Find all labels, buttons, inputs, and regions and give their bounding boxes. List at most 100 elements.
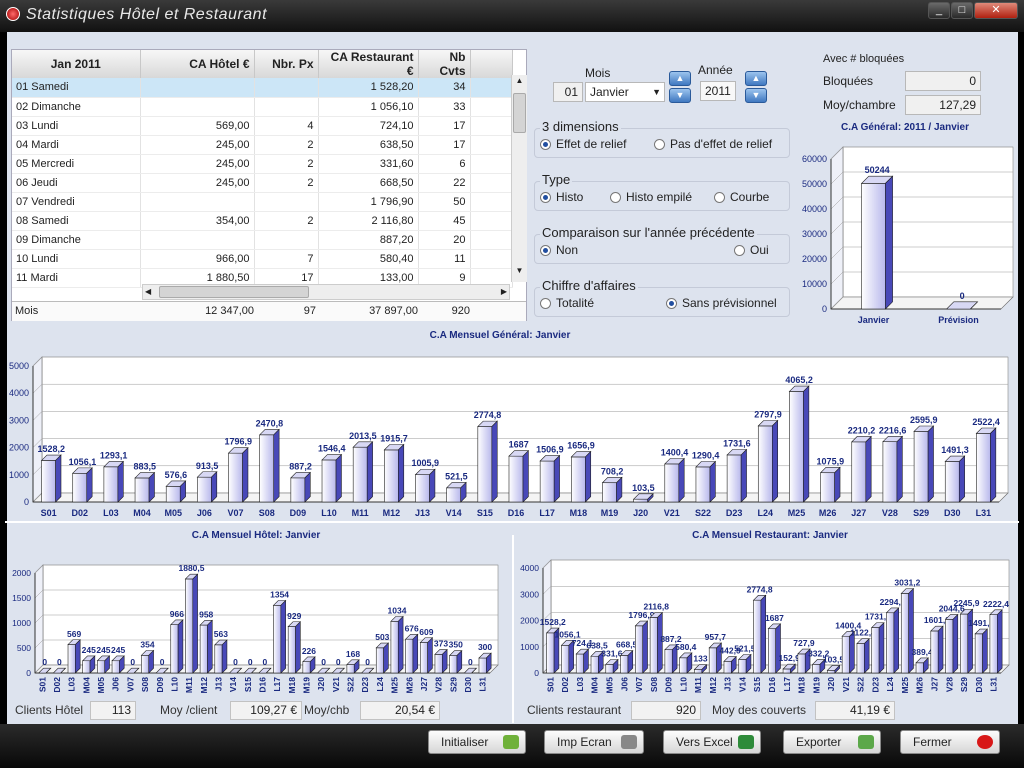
radio-comparaison-non[interactable]: Non — [540, 243, 578, 257]
radio-empty-icon — [610, 192, 621, 203]
table-cell — [254, 78, 319, 98]
col-header-ca-hotel[interactable]: CA Hôtel € — [140, 50, 255, 78]
table-row[interactable]: 09 Dimanche 887,20 20 — [12, 230, 513, 250]
bar-side — [366, 441, 373, 503]
bar-side — [397, 615, 404, 674]
radio-sans-previsionnel[interactable]: Sans prévisionnel — [666, 296, 777, 310]
y-tick-label: 50000 — [802, 179, 827, 189]
minimize-button[interactable]: _ — [928, 2, 950, 19]
radio-histo[interactable]: Histo — [540, 190, 583, 204]
annee-down-arrow-icon[interactable]: ▼ — [745, 88, 767, 103]
radio-histo-empile[interactable]: Histo empilé — [610, 190, 692, 204]
mois-number-field: 01 — [553, 82, 583, 102]
vers-excel-button[interactable]: Vers Excel — [663, 730, 761, 754]
radio-histo-empile-label: Histo empilé — [626, 190, 693, 204]
x-tick-label: L31 — [976, 508, 992, 518]
initialiser-button[interactable]: Initialiser — [428, 730, 526, 754]
x-tick-label: D02 — [560, 677, 570, 693]
col-header-nb-cvts[interactable]: Nb Cvts — [418, 50, 471, 78]
daily-stats-grid[interactable]: Jan 2011 CA Hôtel € Nbr. Px CA Restauran… — [11, 49, 527, 321]
table-row[interactable]: 04 Mardi 245,00 2 638,50 17 — [12, 135, 513, 155]
bar — [321, 459, 337, 503]
data-label: 0 — [321, 657, 326, 667]
maximize-button[interactable]: □ — [951, 2, 973, 19]
y-tick-label: 1000 — [520, 642, 539, 652]
radio-empty-icon — [540, 298, 551, 309]
x-tick-label: L24 — [758, 508, 774, 518]
data-label: 2116,8 — [643, 602, 669, 612]
bar — [170, 624, 179, 674]
bar — [134, 477, 150, 503]
radio-pas-effet-relief[interactable]: Pas d'effet de relief — [654, 137, 772, 151]
data-label: 2470,8 — [256, 418, 284, 428]
radio-effet-relief[interactable]: Effet de relief — [540, 137, 627, 151]
x-tick-label: J13 — [415, 508, 430, 518]
bar — [72, 472, 88, 503]
table-row[interactable]: 01 Samedi 1 528,20 34 — [12, 78, 513, 98]
window-title: Statistiques Hôtel et Restaurant — [26, 6, 268, 23]
exporter-button[interactable]: Exporter — [783, 730, 881, 754]
col-header-ca-restaurant[interactable]: CA Restaurant € — [318, 50, 419, 78]
table-cell: 20 — [418, 230, 471, 250]
col-header-date[interactable]: Jan 2011 — [12, 50, 141, 78]
data-label: 563 — [214, 629, 228, 639]
radio-selected-icon — [666, 298, 677, 309]
export-arrow-icon — [858, 735, 874, 749]
moy-client-value: 109,27 € — [230, 701, 302, 720]
col-header-nbr-px[interactable]: Nbr. Px — [254, 50, 319, 78]
bar — [679, 657, 688, 674]
imp-ecran-button[interactable]: Imp Ecran — [544, 730, 644, 754]
table-row[interactable]: 05 Mercredi 245,00 2 331,60 6 — [12, 154, 513, 174]
radio-pas-effet-relief-label: Pas d'effet de relief — [670, 137, 773, 151]
mois-select[interactable]: Janvier ▼ — [585, 82, 665, 102]
table-row[interactable]: 08 Samedi 354,00 2 2 116,80 45 — [12, 211, 513, 231]
mois-label: Mois — [585, 66, 611, 80]
table-row[interactable]: 07 Vendredi 1 796,90 50 — [12, 192, 513, 212]
data-label: 521,5 — [734, 644, 756, 654]
table-row[interactable]: 02 Dimanche 1 056,10 33 — [12, 97, 513, 117]
bar — [649, 617, 658, 674]
mois-up-arrow-icon[interactable]: ▲ — [669, 71, 691, 86]
radio-comparaison-oui[interactable]: Oui — [734, 243, 769, 257]
x-tick-label: L10 — [678, 677, 688, 692]
data-label: 1528,2 — [540, 617, 566, 627]
data-label: 2522,4 — [972, 417, 1000, 427]
grid-vertical-scrollbar[interactable]: ▲ ▼ — [511, 75, 527, 282]
x-tick-label: V07 — [125, 677, 135, 692]
bar — [695, 466, 711, 503]
annee-up-arrow-icon[interactable]: ▲ — [745, 71, 767, 86]
table-row[interactable]: 06 Jeudi 245,00 2 668,50 22 — [12, 173, 513, 193]
x-tick-label: M12 — [383, 508, 401, 518]
annee-field[interactable]: 2011 — [700, 81, 736, 101]
grid-horizontal-scrollbar[interactable]: ◀ ▶ — [142, 284, 510, 300]
table-cell: 17 — [418, 116, 471, 136]
table-row[interactable]: 03 Lundi 569,00 4 724,10 17 — [12, 116, 513, 136]
table-cell: 569,00 — [140, 116, 255, 136]
scroll-down-arrow-icon[interactable]: ▼ — [513, 266, 526, 280]
table-cell-filler — [470, 249, 513, 269]
bar-side — [997, 609, 1003, 674]
table-cell: 03 Lundi — [12, 116, 141, 136]
bar — [449, 655, 458, 674]
radio-courbe[interactable]: Courbe — [714, 190, 769, 204]
data-label: 913,5 — [196, 461, 219, 471]
fermer-button[interactable]: Fermer — [900, 730, 1000, 754]
x-tick-label: M05 — [164, 508, 182, 518]
data-label: 168 — [346, 649, 360, 659]
x-tick-label: D30 — [974, 677, 984, 693]
table-row[interactable]: 10 Lundi 966,00 7 580,40 11 — [12, 249, 513, 269]
radio-totalite-label: Totalité — [556, 296, 595, 310]
scroll-right-arrow-icon[interactable]: ▶ — [501, 285, 507, 299]
moy-couverts-value: 41,19 € — [815, 701, 895, 720]
scroll-up-arrow-icon[interactable]: ▲ — [513, 76, 526, 90]
vertical-scroll-thumb[interactable] — [513, 93, 526, 133]
bar-side — [207, 619, 213, 674]
group-comparaison-title: Comparaison sur l'année précédente — [540, 225, 757, 240]
mois-down-arrow-icon[interactable]: ▼ — [669, 88, 691, 103]
y-tick-label: 1000 — [9, 470, 29, 480]
scroll-left-arrow-icon[interactable]: ◀ — [145, 285, 151, 299]
bloquees-value: 0 — [905, 71, 981, 91]
radio-totalite[interactable]: Totalité — [540, 296, 594, 310]
close-button[interactable]: ✕ — [974, 2, 1018, 19]
horizontal-scroll-thumb[interactable] — [159, 286, 309, 298]
